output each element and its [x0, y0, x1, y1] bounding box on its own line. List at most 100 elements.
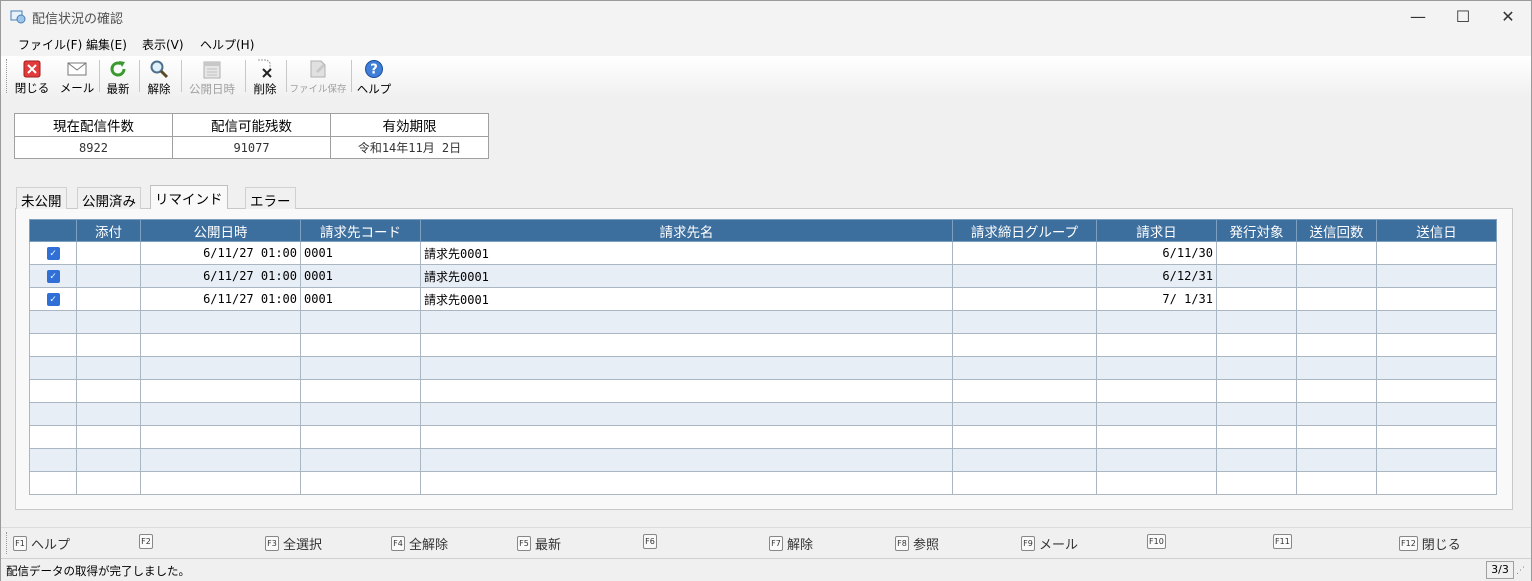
cell-issue-target[interactable] [1216, 310, 1297, 334]
file-save-button[interactable]: ファイル保存 [290, 58, 347, 96]
cell-closing-group[interactable] [952, 310, 1097, 334]
cell-attach[interactable] [76, 241, 141, 265]
cell-publish-datetime[interactable] [140, 310, 301, 334]
cell-send-count[interactable] [1296, 287, 1377, 311]
cell-customer-name[interactable] [420, 356, 953, 380]
cell-send-date[interactable] [1376, 287, 1497, 311]
cell-publish-datetime[interactable]: 6/11/27 01:00 [140, 241, 301, 265]
cell-customer-code[interactable] [300, 402, 421, 426]
cell-issue-target[interactable] [1216, 425, 1297, 449]
table-row[interactable] [29, 333, 1497, 357]
fkey-f3[interactable]: F3 全選択 [265, 534, 322, 553]
cell-publish-datetime[interactable] [140, 471, 301, 495]
cell-issue-target[interactable] [1216, 356, 1297, 380]
cell-billing-date[interactable] [1096, 425, 1217, 449]
cell-customer-code[interactable] [300, 310, 421, 334]
cell-customer-name[interactable] [420, 310, 953, 334]
cell-issue-target[interactable] [1216, 402, 1297, 426]
fkey-f9[interactable]: F9 メール [1021, 534, 1078, 553]
grid-header-send-count[interactable]: 送信回数 [1296, 219, 1377, 242]
cell-send-count[interactable] [1296, 402, 1377, 426]
cell-attach[interactable] [76, 356, 141, 380]
table-row[interactable] [29, 448, 1497, 472]
cell-select[interactable] [29, 425, 77, 449]
table-row[interactable]: ✓ 6/11/27 01:00 0001 請求先0001 6/11/30 [29, 241, 1497, 265]
cell-customer-name[interactable] [420, 448, 953, 472]
cell-send-date[interactable] [1376, 379, 1497, 403]
cell-publish-datetime[interactable] [140, 379, 301, 403]
cell-billing-date[interactable] [1096, 471, 1217, 495]
cell-customer-code[interactable]: 0001 [300, 287, 421, 311]
refresh-button[interactable]: 最新 [104, 58, 132, 96]
cell-attach[interactable] [76, 471, 141, 495]
table-row[interactable] [29, 402, 1497, 426]
cell-customer-name[interactable] [420, 402, 953, 426]
cell-send-count[interactable] [1296, 448, 1377, 472]
cell-select[interactable]: ✓ [29, 241, 77, 265]
mail-button[interactable]: メール [60, 58, 94, 96]
cell-closing-group[interactable] [952, 356, 1097, 380]
fkey-f5[interactable]: F5 最新 [517, 534, 561, 553]
fkey-f7[interactable]: F7 解除 [769, 534, 813, 553]
cell-customer-code[interactable]: 0001 [300, 241, 421, 265]
cell-publish-datetime[interactable] [140, 425, 301, 449]
cell-issue-target[interactable] [1216, 264, 1297, 288]
cell-attach[interactable] [76, 379, 141, 403]
grid-header-send-date[interactable]: 送信日 [1376, 219, 1497, 242]
cell-closing-group[interactable] [952, 448, 1097, 472]
cell-billing-date[interactable] [1096, 402, 1217, 426]
cell-publish-datetime[interactable] [140, 356, 301, 380]
cell-attach[interactable] [76, 287, 141, 311]
resize-grip-icon[interactable]: ⋰ [1516, 566, 1528, 578]
cell-send-date[interactable] [1376, 241, 1497, 265]
maximize-button[interactable]: ☐ [1440, 1, 1486, 32]
cell-select[interactable]: ✓ [29, 264, 77, 288]
cell-attach[interactable] [76, 425, 141, 449]
cell-closing-group[interactable] [952, 287, 1097, 311]
fkey-f8[interactable]: F8 参照 [895, 534, 939, 553]
menu-help[interactable]: ヘルプ(H) [200, 36, 254, 53]
cell-customer-name[interactable]: 請求先0001 [420, 287, 953, 311]
cell-select[interactable] [29, 310, 77, 334]
cell-issue-target[interactable] [1216, 379, 1297, 403]
menu-view[interactable]: 表示(V) [142, 36, 184, 53]
cell-issue-target[interactable] [1216, 333, 1297, 357]
table-row[interactable] [29, 356, 1497, 380]
table-row[interactable] [29, 310, 1497, 334]
cell-send-count[interactable] [1296, 471, 1377, 495]
cell-send-date[interactable] [1376, 425, 1497, 449]
cell-customer-code[interactable] [300, 356, 421, 380]
cell-send-count[interactable] [1296, 333, 1377, 357]
cell-publish-datetime[interactable]: 6/11/27 01:00 [140, 264, 301, 288]
grid-header-closing-group[interactable]: 請求締日グループ [952, 219, 1097, 242]
cell-billing-date[interactable] [1096, 333, 1217, 357]
cell-send-count[interactable] [1296, 241, 1377, 265]
cell-select[interactable] [29, 333, 77, 357]
table-row[interactable]: ✓ 6/11/27 01:00 0001 請求先0001 6/12/31 [29, 264, 1497, 288]
cell-send-date[interactable] [1376, 310, 1497, 334]
row-checkbox[interactable]: ✓ [46, 293, 60, 306]
cell-customer-name[interactable] [420, 471, 953, 495]
cell-send-date[interactable] [1376, 402, 1497, 426]
cell-issue-target[interactable] [1216, 287, 1297, 311]
cell-select[interactable] [29, 471, 77, 495]
close-window-button[interactable]: ✕ [1485, 1, 1531, 32]
cell-closing-group[interactable] [952, 425, 1097, 449]
fkey-bar-grip[interactable] [6, 532, 9, 554]
cell-customer-code[interactable] [300, 425, 421, 449]
fkey-f1[interactable]: F1 ヘルプ [13, 534, 70, 553]
cell-closing-group[interactable] [952, 402, 1097, 426]
tab-unpublished[interactable]: 未公開 [16, 187, 67, 210]
cell-send-count[interactable] [1296, 356, 1377, 380]
cell-closing-group[interactable] [952, 264, 1097, 288]
publish-datetime-button[interactable]: 公開日時 [186, 58, 238, 96]
tab-error[interactable]: エラー [245, 187, 296, 210]
tab-published[interactable]: 公開済み [77, 187, 141, 210]
grid-header-publish-datetime[interactable]: 公開日時 [140, 219, 301, 242]
cell-customer-name[interactable] [420, 333, 953, 357]
cell-attach[interactable] [76, 402, 141, 426]
cell-send-date[interactable] [1376, 471, 1497, 495]
cell-select[interactable]: ✓ [29, 287, 77, 311]
cell-send-count[interactable] [1296, 264, 1377, 288]
cell-customer-name[interactable]: 請求先0001 [420, 264, 953, 288]
